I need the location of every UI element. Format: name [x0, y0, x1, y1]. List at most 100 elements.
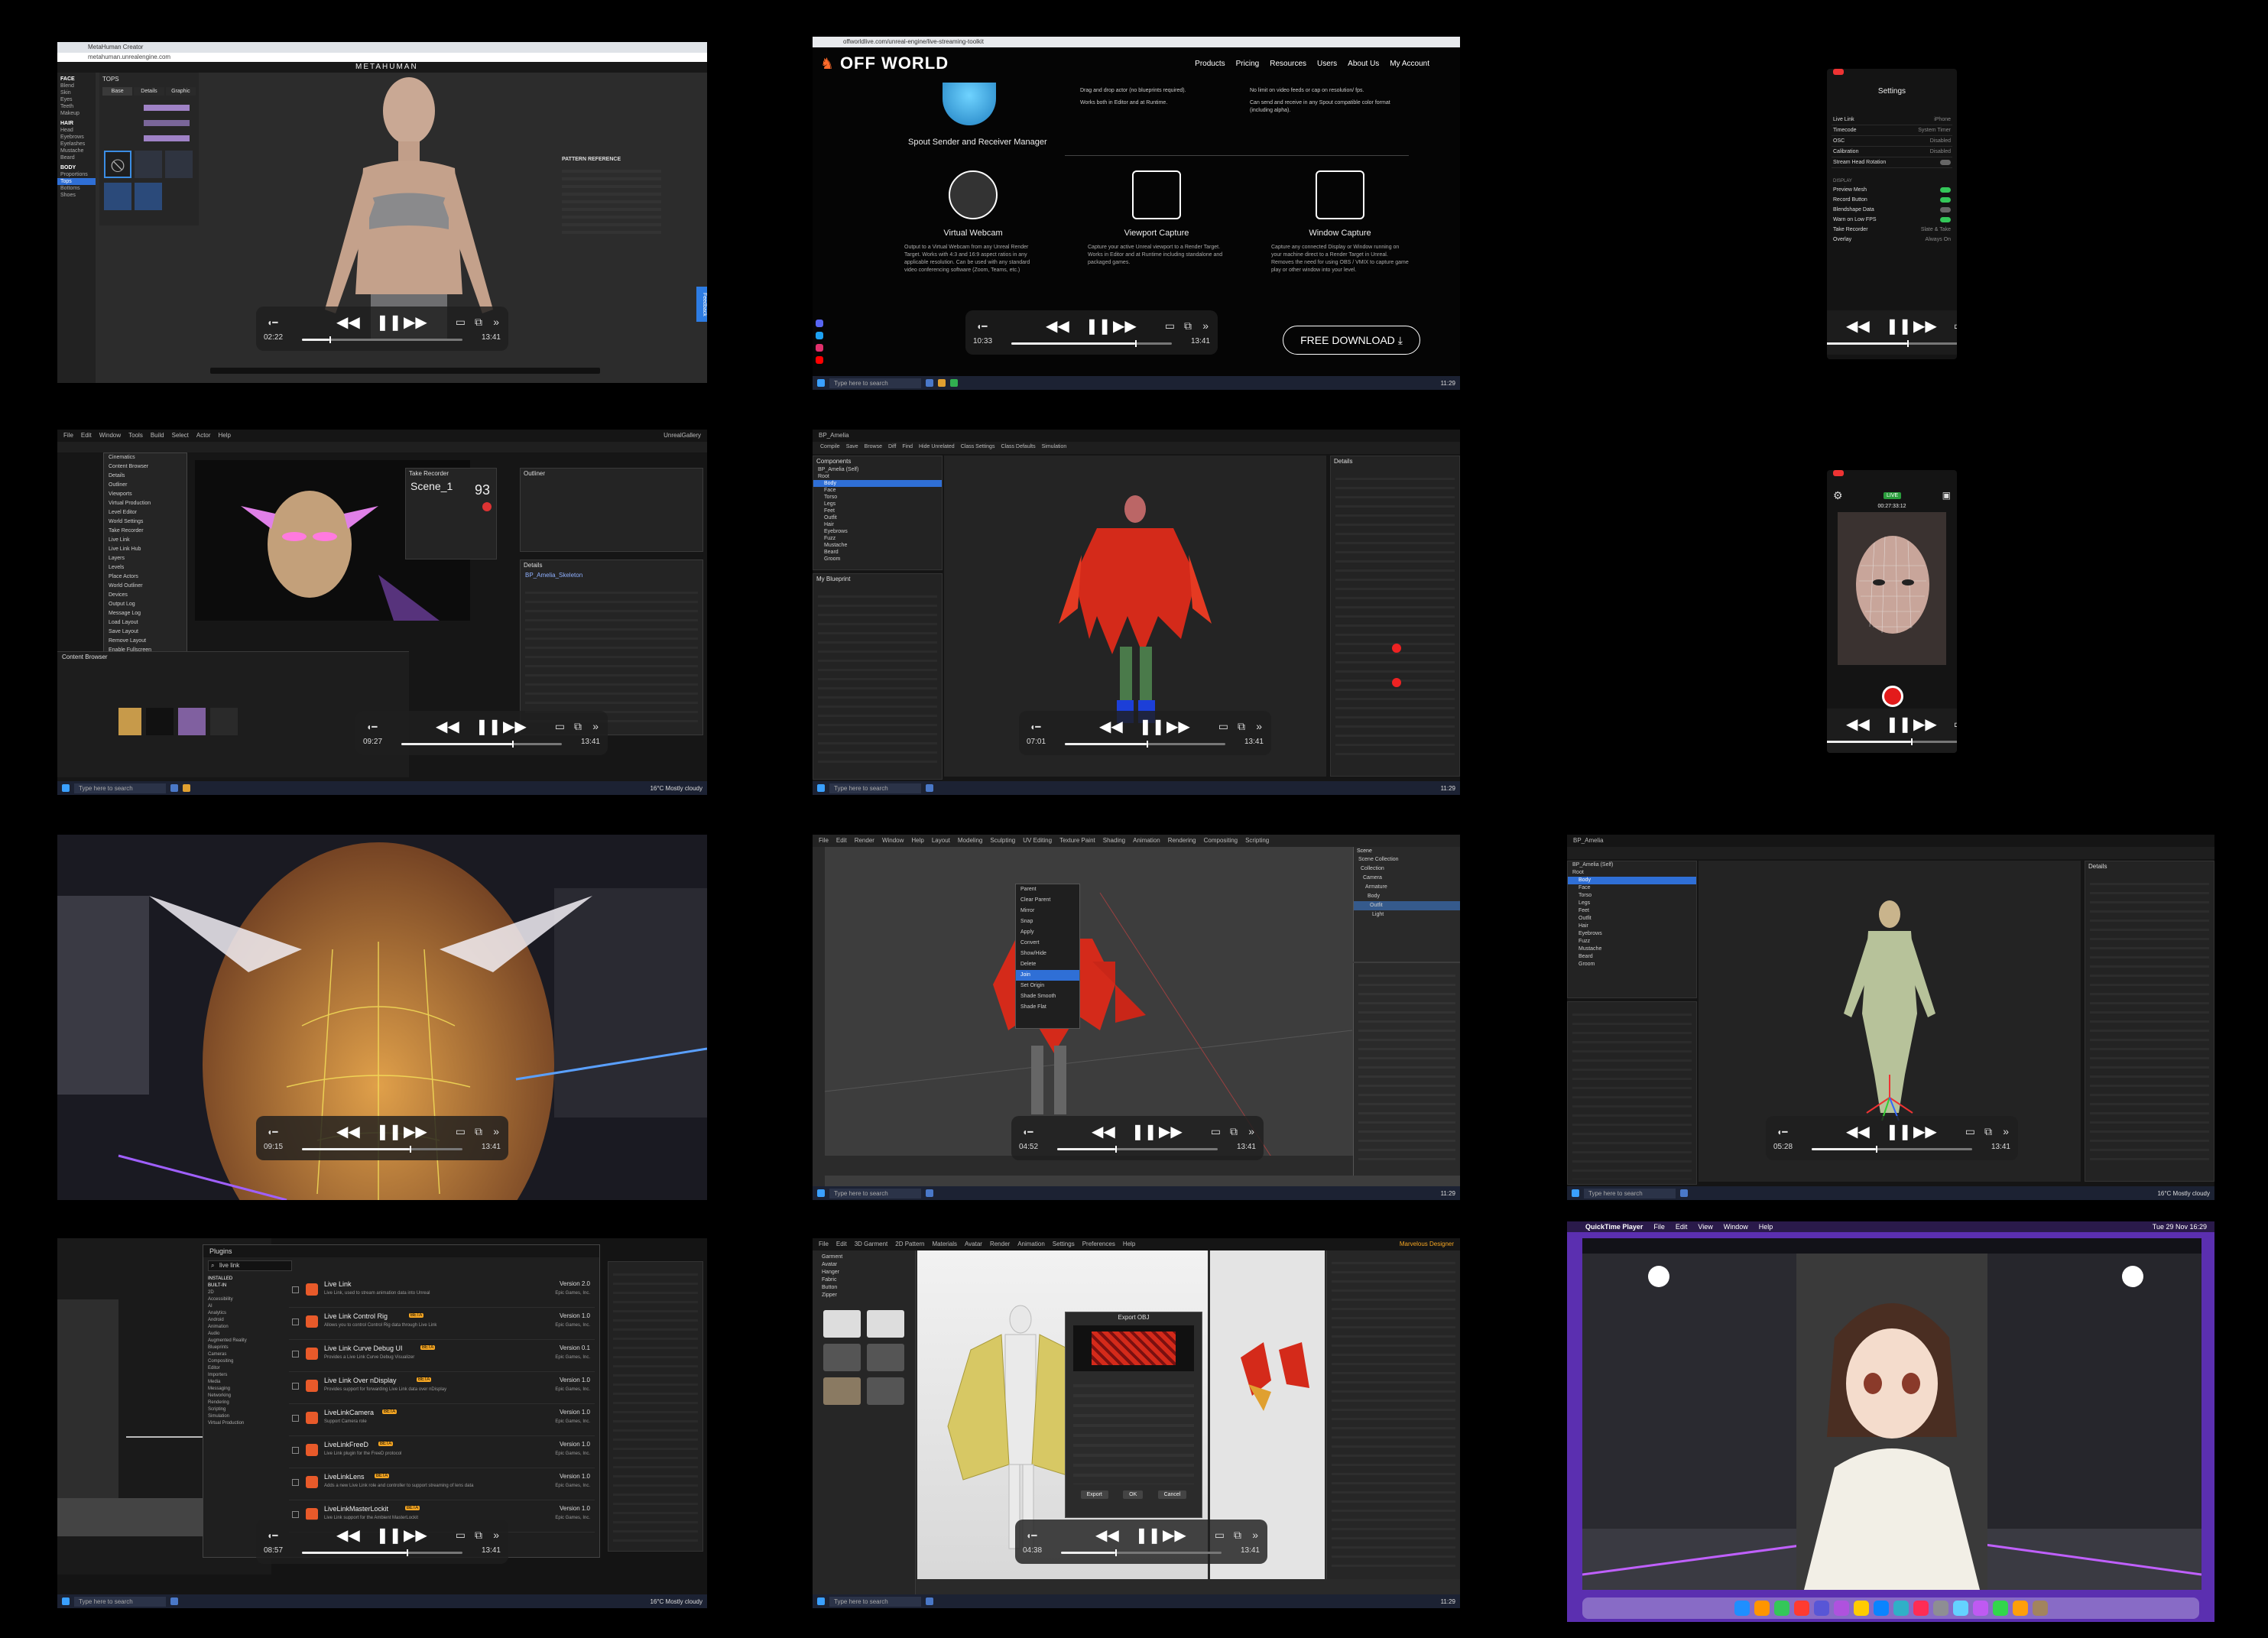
fast-forward-icon[interactable]: ▶▶ [1113, 316, 1137, 336]
settings-row[interactable]: Overlay Always On [1832, 235, 1952, 245]
airplay-icon[interactable]: ▭ [1965, 1125, 1975, 1138]
volume-slider[interactable]: ◖━ [976, 321, 987, 332]
app-icon[interactable] [926, 784, 933, 792]
component-item[interactable]: Beard [1568, 953, 1696, 961]
context-menu-item[interactable]: Show/Hide [1016, 949, 1079, 959]
progress-knob[interactable] [406, 1549, 408, 1556]
pip-icon[interactable]: ⧉ [475, 1125, 482, 1138]
dock-app-icon[interactable] [1734, 1601, 1750, 1616]
sidebar-item[interactable]: Teeth [57, 103, 96, 110]
pip-icon[interactable]: ⧉ [475, 1529, 482, 1542]
fast-forward-icon[interactable]: ▶▶ [1166, 717, 1190, 736]
menu-item[interactable]: Preferences [1082, 1241, 1115, 1248]
app-icon[interactable] [170, 1597, 178, 1605]
component-item[interactable]: Eyebrows [813, 528, 942, 535]
settings-row[interactable]: Stream Head Rotation [1832, 157, 1952, 168]
nav-resources[interactable]: Resources [1270, 60, 1306, 68]
dock-app-icon[interactable] [1893, 1601, 1909, 1616]
window-menu-item[interactable]: World Settings [104, 517, 187, 527]
camera-icon[interactable]: ▣ [1942, 490, 1951, 501]
context-menu-item[interactable]: Snap [1016, 916, 1079, 927]
top-option-tank[interactable] [135, 151, 162, 178]
context-menu-item[interactable]: Shade Smooth [1016, 991, 1079, 1002]
plugin-row[interactable]: Live Link Curve Debug UI BETA Provides a L… [289, 1340, 595, 1372]
app-icon[interactable] [1680, 1189, 1688, 1197]
outliner-item[interactable]: Camera [1354, 874, 1460, 883]
airplay-icon[interactable]: ▭ [1218, 720, 1228, 733]
settings-row[interactable]: Live Link iPhone [1832, 115, 1952, 125]
plugin-category[interactable]: Virtual Production [208, 1420, 284, 1427]
secondary-color-swatch[interactable] [144, 120, 190, 126]
fullscreen-icon[interactable]: » [592, 720, 599, 732]
windows-start-icon[interactable] [817, 1597, 825, 1605]
rewind-icon[interactable]: ◀◀ [1095, 1526, 1119, 1545]
none-option-icon[interactable]: ⦸ [104, 151, 131, 178]
plugin-category[interactable]: Messaging [208, 1386, 284, 1393]
window-menu-item[interactable]: Layers [104, 554, 187, 563]
airplay-icon[interactable]: ▭ [456, 1529, 466, 1542]
window-menu-item[interactable]: Details [104, 472, 187, 481]
component-item[interactable]: Torso [1568, 892, 1696, 900]
progress-knob[interactable] [1115, 1146, 1117, 1153]
taskbar-search[interactable]: Type here to search [74, 783, 166, 793]
airplay-icon[interactable]: ▭ [1215, 1529, 1225, 1542]
progress-track[interactable] [1057, 1146, 1218, 1153]
outliner-item[interactable]: Armature [1354, 883, 1460, 892]
component-item[interactable]: Face [1568, 884, 1696, 892]
menu-rendering[interactable]: Rendering [1168, 837, 1196, 845]
toggle-switch[interactable] [1940, 207, 1951, 212]
menu-item[interactable]: Render [990, 1241, 1010, 1248]
garment-thumb[interactable] [867, 1310, 904, 1338]
plugin-search-input[interactable]: ⌕ live link [208, 1260, 292, 1271]
asset-thumb[interactable] [210, 708, 238, 735]
plugin-category[interactable]: Audio [208, 1331, 284, 1338]
pause-icon[interactable]: ❚❚ [1886, 1122, 1912, 1141]
context-menu-item[interactable]: Shade Flat [1016, 1002, 1079, 1013]
pause-icon[interactable]: ❚❚ [376, 1526, 402, 1545]
sidebar-item[interactable]: Skin [57, 89, 96, 96]
details-selected-item[interactable]: BP_Amelia_Skeleton [521, 570, 702, 580]
toolbar-compile[interactable]: Compile [820, 444, 840, 452]
volume-slider[interactable]: ◖━ [267, 1127, 277, 1137]
top-option-jacket[interactable] [135, 183, 162, 210]
fast-forward-icon[interactable]: ▶▶ [404, 1526, 427, 1545]
pause-icon[interactable]: ❚❚ [1085, 316, 1111, 336]
enable-checkbox[interactable] [292, 1286, 299, 1293]
toolbar-save[interactable]: Save [846, 444, 858, 452]
menu-item[interactable]: Avatar [965, 1241, 982, 1248]
rewind-icon[interactable]: ◀◀ [336, 1526, 360, 1545]
plugin-category[interactable]: Compositing [208, 1358, 284, 1365]
garment-thumb[interactable] [823, 1377, 861, 1405]
taskbar-search[interactable]: Type here to search [829, 1188, 921, 1198]
windows-start-icon[interactable] [62, 784, 70, 792]
sidebar-item[interactable]: Eyelashes [57, 141, 96, 148]
menu-file[interactable]: File [63, 432, 73, 440]
pip-icon[interactable]: ⧉ [475, 316, 482, 329]
plugin-category[interactable]: Analytics [208, 1310, 284, 1317]
primary-color-swatch[interactable] [144, 105, 190, 111]
discord-icon[interactable] [816, 319, 823, 327]
menu-window[interactable]: Window [99, 432, 121, 440]
volume-slider[interactable]: ◖━ [267, 1530, 277, 1541]
sidebar-item[interactable]: Tops [57, 178, 96, 185]
dock-app-icon[interactable] [2032, 1601, 2048, 1616]
progress-track[interactable] [1011, 340, 1172, 347]
windows-start-icon[interactable] [62, 1597, 70, 1605]
menu-file[interactable]: File [819, 837, 829, 845]
airplay-icon[interactable]: ▭ [555, 720, 565, 733]
dock-app-icon[interactable] [1773, 1601, 1789, 1616]
menu-edit[interactable]: Edit [1676, 1223, 1688, 1231]
blueprint-tab[interactable]: BP_Amelia [819, 432, 849, 440]
fullscreen-icon[interactable]: » [1256, 720, 1262, 732]
window-menu-item[interactable]: Load Layout [104, 618, 187, 628]
rewind-icon[interactable]: ◀◀ [1846, 316, 1870, 336]
dock-app-icon[interactable] [1793, 1601, 1809, 1616]
toggle-switch[interactable] [1940, 217, 1951, 222]
component-item[interactable]: Groom [813, 556, 942, 563]
instagram-icon[interactable] [816, 344, 823, 352]
toolbar-class-settings[interactable]: Class Settings [961, 444, 995, 452]
outliner-item[interactable]: Scene Collection [1354, 855, 1460, 864]
sidebar-item[interactable]: Eyes [57, 96, 96, 103]
menu-item[interactable]: Edit [836, 1241, 847, 1248]
enable-checkbox[interactable] [292, 1319, 299, 1325]
